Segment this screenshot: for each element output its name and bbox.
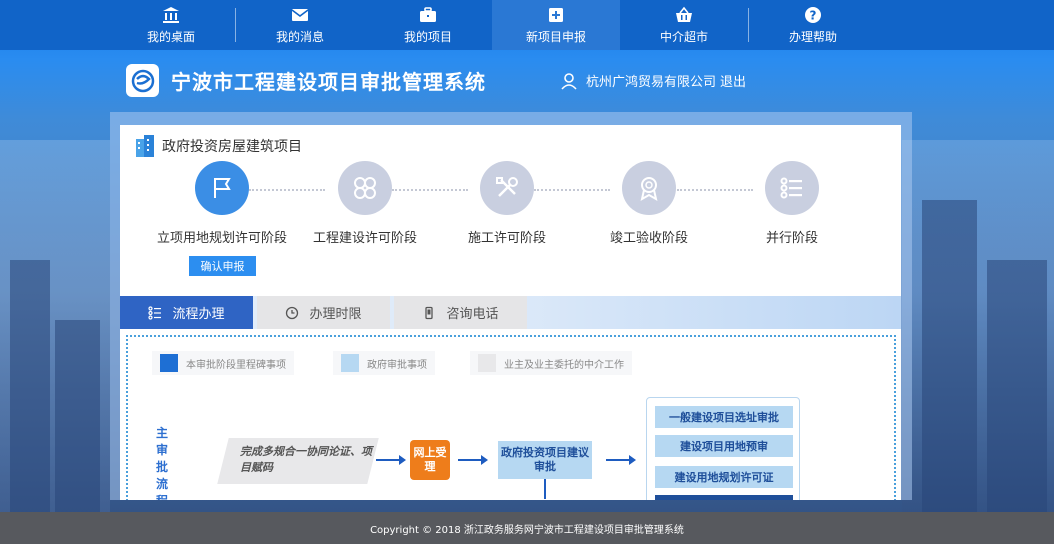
main-label-char: 主: [155, 426, 168, 440]
tab-consult-phone[interactable]: 咨询电话: [394, 296, 527, 329]
stage-label: 工程建设许可阶段: [312, 231, 417, 246]
approval-item[interactable]: 一般建设项目选址审批: [655, 406, 793, 428]
approval-item[interactable]: 建设项目用地预审: [655, 435, 793, 457]
approval-item[interactable]: 建设用地规划许可证: [655, 466, 793, 488]
tools-icon: [496, 177, 518, 197]
stage-circle[interactable]: [338, 161, 392, 215]
user-info: 杭州广鸿贸易有限公司 退出: [560, 71, 746, 90]
legend-swatch: [341, 354, 359, 372]
user-icon: [561, 72, 577, 90]
legend-label: 政府审批事项: [367, 359, 427, 371]
stage-label: 竣工验收阶段: [609, 231, 688, 246]
stage-label: 施工许可阶段: [467, 231, 546, 246]
legend-owner-agency: 业主及业主委托的中介工作: [470, 351, 632, 375]
logout-link[interactable]: 退出: [720, 71, 746, 90]
steps-icon: [148, 305, 162, 320]
nav-label: 我的桌面: [146, 30, 195, 44]
nav-help[interactable]: ? 办理帮助: [749, 0, 877, 50]
brand: 宁波市工程建设项目审批管理系统: [126, 64, 486, 97]
main-label-char: 流: [155, 477, 168, 491]
medal-icon: [640, 177, 658, 201]
user-company: 杭州广鸿贸易有限公司: [586, 75, 717, 90]
stage-parallel[interactable]: 并行阶段: [712, 161, 872, 246]
owner-step-text: 完成多规合一协同论证、项目赋码: [240, 445, 372, 474]
question-icon: ?: [805, 7, 821, 23]
approval-group: 一般建设项目选址审批 建设项目用地预审 建设用地规划许可证: [646, 397, 800, 500]
app-title: 宁波市工程建设项目审批管理系统: [171, 70, 486, 94]
gov-project-proposal-box[interactable]: 政府投资项目建议审批: [498, 441, 592, 479]
basket-icon: [676, 6, 692, 22]
tab-label: 办理时限: [309, 307, 362, 322]
flow-arrow: [458, 455, 488, 465]
flow-arrow: [376, 455, 406, 465]
flag-icon: [214, 178, 231, 198]
project-title-text: 政府投资房屋建筑项目: [162, 139, 302, 155]
approval-item-milestone[interactable]: [655, 495, 793, 500]
logo: [126, 64, 159, 97]
main-label-char: 批: [155, 460, 168, 474]
legend-swatch: [160, 354, 178, 372]
stage-construction-permit[interactable]: 工程建设许可阶段: [285, 161, 445, 246]
nav-my-desktop[interactable]: 我的桌面: [107, 0, 235, 50]
legend-label: 本审批阶段里程碑事项: [186, 359, 286, 371]
circles-icon: [354, 177, 376, 199]
stage-bar: 立项用地规划许可阶段 工程建设许可阶段 施工许可阶段 竣工验收阶段 并行阶段: [120, 161, 901, 246]
legend-milestone: 本审批阶段里程碑事项: [152, 351, 294, 375]
bank-icon: [163, 7, 179, 23]
stage-circle[interactable]: [480, 161, 534, 215]
nav-agency-market[interactable]: 中介超市: [620, 0, 748, 50]
main-label-char: 审: [155, 443, 168, 457]
building-icon: [136, 135, 154, 157]
tab-label: 流程办理: [172, 307, 225, 322]
main-process-label: 主 审 批 流 程: [155, 425, 169, 500]
phone-icon: [425, 306, 434, 319]
nav-label: 办理帮助: [788, 30, 837, 44]
briefcase-icon: [420, 7, 436, 22]
legend-gov-approval: 政府审批事项: [333, 351, 435, 375]
tab-time-limit[interactable]: 办理时限: [257, 296, 390, 329]
main-label-char: 程: [155, 493, 169, 500]
svg-text:?: ?: [810, 9, 817, 23]
tab-label: 咨询电话: [446, 307, 499, 322]
background-skyline-right: [902, 140, 1054, 520]
stage-label: 并行阶段: [765, 231, 818, 246]
clock-icon: [286, 306, 299, 319]
nav-my-messages[interactable]: 我的消息: [236, 0, 364, 50]
nav-my-projects[interactable]: 我的项目: [364, 0, 492, 50]
nav-label: 我的消息: [275, 30, 324, 44]
background-skyline-left: [0, 140, 110, 520]
stage-project-land-planning[interactable]: 立项用地规划许可阶段: [142, 161, 302, 246]
stage-label: 立项用地规划许可阶段: [156, 231, 287, 246]
logo-icon: [131, 69, 154, 92]
plus-square-icon: [549, 8, 563, 22]
stage-circle[interactable]: [765, 161, 819, 215]
nav-label: 新项目申报: [525, 30, 586, 44]
confirm-apply-button[interactable]: 确认申报: [189, 256, 256, 276]
tab-process[interactable]: 流程办理: [120, 296, 253, 329]
stage-circle[interactable]: [622, 161, 676, 215]
project-panel: 政府投资房屋建筑项目 立项用地规划许可阶段 工程建设许可阶段 施工许可阶段 竣工…: [120, 125, 901, 500]
stage-building-permit[interactable]: 施工许可阶段: [427, 161, 587, 246]
legend-swatch: [478, 354, 496, 372]
envelope-icon: [291, 9, 309, 21]
process-flow: 本审批阶段里程碑事项 政府审批事项 业主及业主委托的中介工作 主 审 批 流 程…: [126, 335, 896, 500]
legend-label: 业主及业主委托的中介工作: [504, 359, 624, 371]
footer: Copyright © 2018 浙江政务服务网宁波市工程建设项目审批管理系统: [0, 512, 1054, 544]
stage-circle[interactable]: [195, 161, 249, 215]
stage-completion-acceptance[interactable]: 竣工验收阶段: [569, 161, 729, 246]
top-nav: 我的桌面 我的消息 我的项目 新项目申报 中介超市 ? 办理帮助: [0, 0, 1054, 50]
online-accept-box[interactable]: 网上受理: [410, 440, 450, 480]
project-title: 政府投资房屋建筑项目: [132, 133, 302, 159]
tab-bar: 流程办理 办理时限 咨询电话: [120, 296, 901, 329]
nav-label: 我的项目: [403, 30, 452, 44]
nav-new-project[interactable]: 新项目申报: [492, 0, 620, 50]
list-icon: [780, 177, 802, 199]
flow-connector: [544, 479, 546, 499]
flow-arrow: [606, 455, 636, 465]
nav-label: 中介超市: [659, 30, 708, 44]
